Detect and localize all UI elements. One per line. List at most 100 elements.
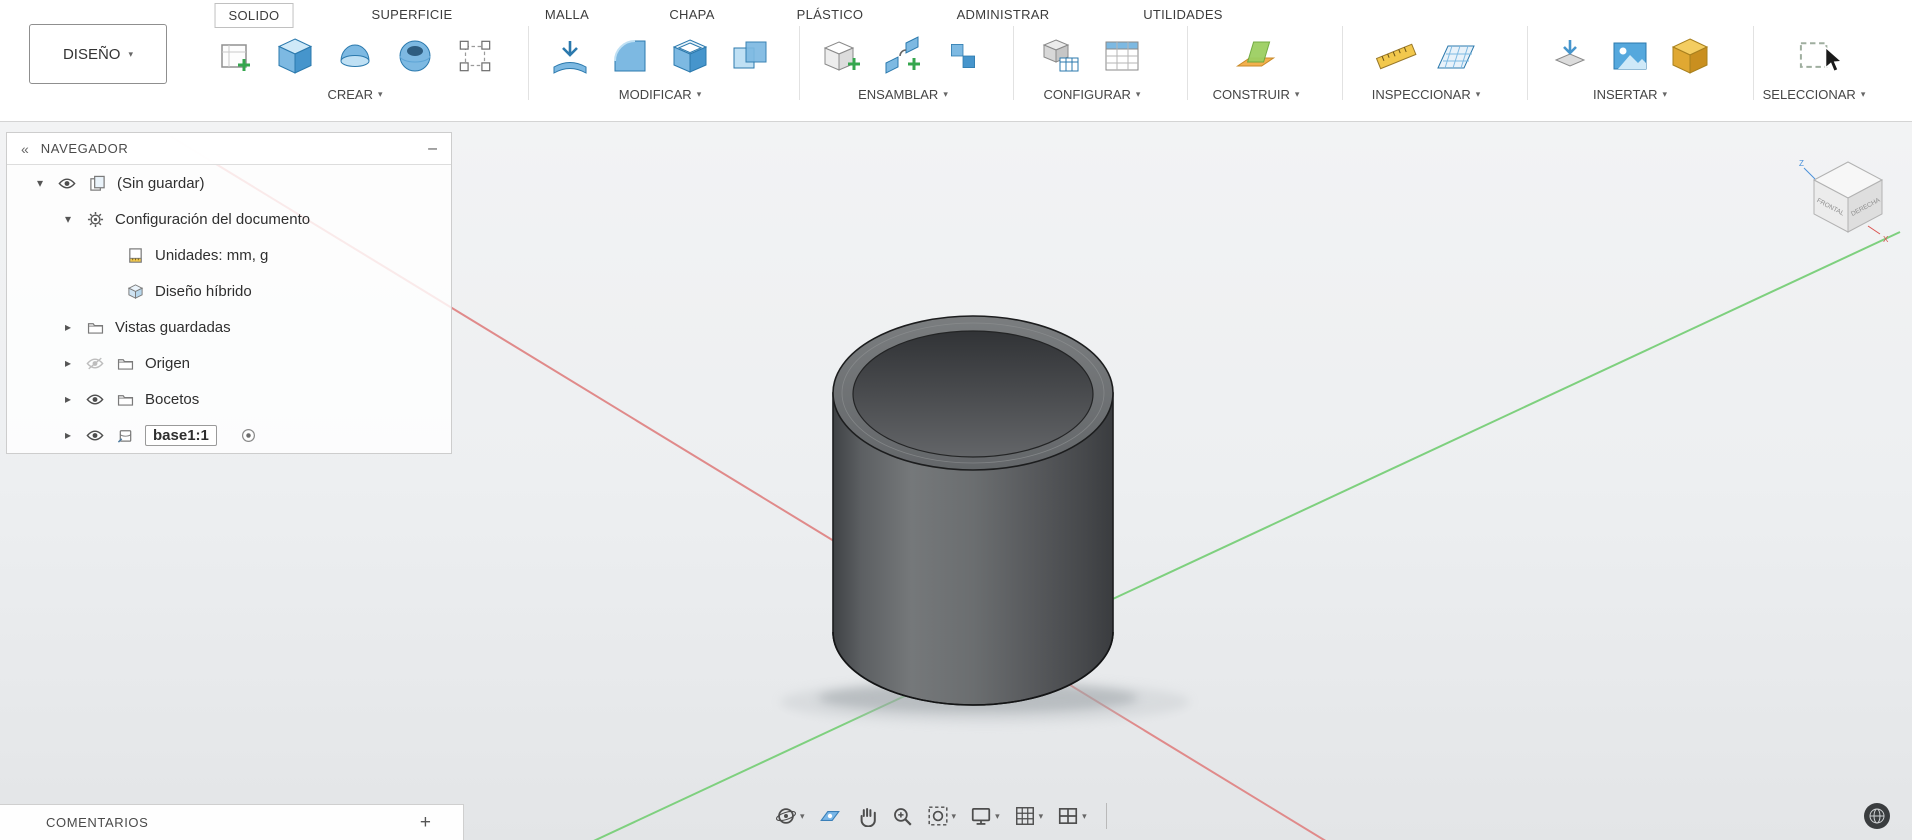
chevron-right-icon[interactable]: ▸ — [61, 320, 75, 334]
folder-icon — [115, 393, 135, 406]
chevron-down-icon[interactable]: ▾ — [61, 212, 75, 226]
fit-view-button[interactable]: ▾ — [924, 802, 960, 830]
group-modificar-dropdown[interactable]: MODIFICAR ▾ — [619, 87, 701, 102]
chevron-down-icon: ▾ — [1082, 810, 1087, 821]
orbit-button[interactable]: ▾ — [772, 802, 808, 830]
configuration-table-icon — [1105, 41, 1139, 71]
pattern-button[interactable] — [450, 28, 500, 84]
navigator-row-doc-settings[interactable]: ▾ Configuración del documento — [7, 201, 451, 237]
navigator-row-sketches[interactable]: ▸ Bocetos — [7, 381, 451, 417]
view-cube[interactable]: FRONTAL DERECHA — [1812, 161, 1884, 233]
viewports-icon — [1059, 808, 1078, 824]
configure-button[interactable] — [1037, 28, 1087, 84]
zoom-button[interactable] — [888, 802, 916, 830]
navigator-row-saved-views[interactable]: ▸ Vistas guardadas — [7, 309, 451, 345]
visibility-eye-icon[interactable] — [85, 393, 105, 406]
group-seleccionar-label: SELECCIONAR — [1762, 87, 1856, 102]
fillet-button[interactable] — [605, 28, 655, 84]
combine-icon — [733, 41, 767, 69]
tab-administrar[interactable]: ADMINISTRAR — [944, 3, 1063, 26]
add-comment-button[interactable]: + — [420, 812, 431, 834]
chevron-right-icon[interactable]: ▸ — [61, 356, 75, 370]
tab-plastico[interactable]: PLÁSTICO — [784, 3, 877, 26]
group-seleccionar-dropdown[interactable]: SELECCIONAR ▾ — [1763, 87, 1866, 102]
look-at-icon — [819, 811, 840, 821]
chevron-down-icon: ▾ — [1294, 89, 1300, 99]
viewcube-z-axis-label: Z — [1799, 159, 1804, 168]
pan-button[interactable] — [852, 802, 880, 830]
revolve-button[interactable] — [330, 28, 380, 84]
doc-settings-label: Configuración del documento — [115, 210, 311, 228]
sweep-button[interactable] — [390, 28, 440, 84]
new-component-button[interactable] — [818, 28, 868, 84]
analysis-button[interactable] — [1431, 28, 1481, 84]
configuration-table-button[interactable] — [1097, 28, 1147, 84]
navigator-row-document[interactable]: ▾ (Sin guardar) — [7, 165, 451, 201]
navigator-panel: « NAVEGADOR – ▾ (Sin guardar) ▾ Configur… — [6, 132, 452, 454]
tab-superficie[interactable]: SUPERFICIE — [358, 3, 465, 26]
component-name[interactable]: base1:1 — [145, 424, 217, 446]
combine-button[interactable] — [725, 28, 775, 84]
group-inspeccionar-dropdown[interactable]: INSPECCIONAR ▾ — [1372, 87, 1481, 102]
activate-component-radio[interactable] — [239, 428, 259, 443]
group-configurar-dropdown[interactable]: CONFIGURAR ▾ — [1044, 87, 1141, 102]
canvas-button[interactable] — [1605, 28, 1655, 84]
tab-solido[interactable]: SOLIDO — [214, 3, 294, 28]
joint-button[interactable] — [878, 28, 928, 84]
group-crear: CREAR ▾ — [210, 26, 500, 102]
navigator-row-component-base1[interactable]: ▸ base1:1 — [7, 417, 451, 453]
insert-derive-button[interactable] — [1545, 28, 1595, 84]
display-dock: ▾ ▾ ▾ ▾ ▾ — [772, 798, 1107, 834]
tab-chapa[interactable]: CHAPA — [656, 3, 727, 26]
insert-derive-icon — [1554, 40, 1586, 67]
insert-mcmaster-button[interactable] — [1665, 28, 1715, 84]
viewports-button[interactable]: ▾ — [1054, 802, 1090, 830]
web-globe-button[interactable] — [1862, 801, 1892, 836]
sweep-icon — [399, 40, 431, 72]
chevron-right-icon[interactable]: ▸ — [61, 392, 75, 406]
collapse-panel-button[interactable]: « — [21, 141, 29, 157]
group-construir-dropdown[interactable]: CONSTRUIR ▾ — [1213, 87, 1300, 102]
group-ensamblar-dropdown[interactable]: ENSAMBLAR ▾ — [858, 87, 948, 102]
tab-utilidades[interactable]: UTILIDADES — [1130, 3, 1236, 26]
tab-malla[interactable]: MALLA — [532, 3, 602, 26]
extrude-button[interactable] — [270, 28, 320, 84]
group-insertar-dropdown[interactable]: INSERTAR ▾ — [1593, 87, 1667, 102]
grid-snap-button[interactable]: ▾ — [1011, 802, 1047, 830]
new-component-icon — [823, 41, 860, 71]
group-inspeccionar: INSPECCIONAR ▾ — [1371, 26, 1481, 102]
folder-icon — [115, 357, 135, 370]
group-configurar-label: CONFIGURAR — [1043, 87, 1131, 102]
look-at-button[interactable] — [816, 802, 844, 830]
hybrid-design-icon — [125, 283, 145, 300]
navigator-row-hybrid[interactable]: Diseño híbrido — [7, 273, 451, 309]
visibility-eye-icon[interactable] — [57, 177, 77, 190]
chevron-right-icon[interactable]: ▸ — [61, 428, 75, 442]
sketches-label: Bocetos — [145, 390, 200, 408]
navigator-title: NAVEGADOR — [40, 141, 129, 156]
group-crear-dropdown[interactable]: CREAR ▾ — [327, 87, 382, 102]
shell-button[interactable] — [665, 28, 715, 84]
document-icon — [87, 175, 107, 192]
chevron-down-icon[interactable]: ▾ — [33, 176, 47, 190]
navigator-row-units[interactable]: Unidades: mm, g — [7, 237, 451, 273]
display-settings-button[interactable]: ▾ — [967, 802, 1003, 830]
ribbon-separator — [1753, 26, 1754, 100]
comments-bar[interactable]: COMENTARIOS + — [0, 804, 464, 840]
construct-plane-button[interactable] — [1231, 28, 1281, 84]
minimize-panel-button[interactable]: – — [428, 140, 437, 158]
press-pull-button[interactable] — [545, 28, 595, 84]
group-modificar: MODIFICAR ▾ — [545, 26, 775, 102]
analysis-icon — [1437, 45, 1475, 69]
visibility-eye-off-icon[interactable] — [85, 357, 105, 370]
measure-button[interactable] — [1371, 28, 1421, 84]
body-cylinder[interactable] — [832, 315, 1114, 706]
navigator-row-origin[interactable]: ▸ Origen — [7, 345, 451, 381]
folder-icon — [85, 321, 105, 334]
shell-icon — [672, 39, 708, 73]
visibility-eye-icon[interactable] — [85, 429, 105, 442]
create-sketch-button[interactable] — [210, 28, 260, 84]
rigid-group-button[interactable] — [938, 28, 988, 84]
design-menu-button[interactable]: DISEÑO ▾ — [29, 24, 167, 84]
globe-icon — [1864, 803, 1890, 829]
